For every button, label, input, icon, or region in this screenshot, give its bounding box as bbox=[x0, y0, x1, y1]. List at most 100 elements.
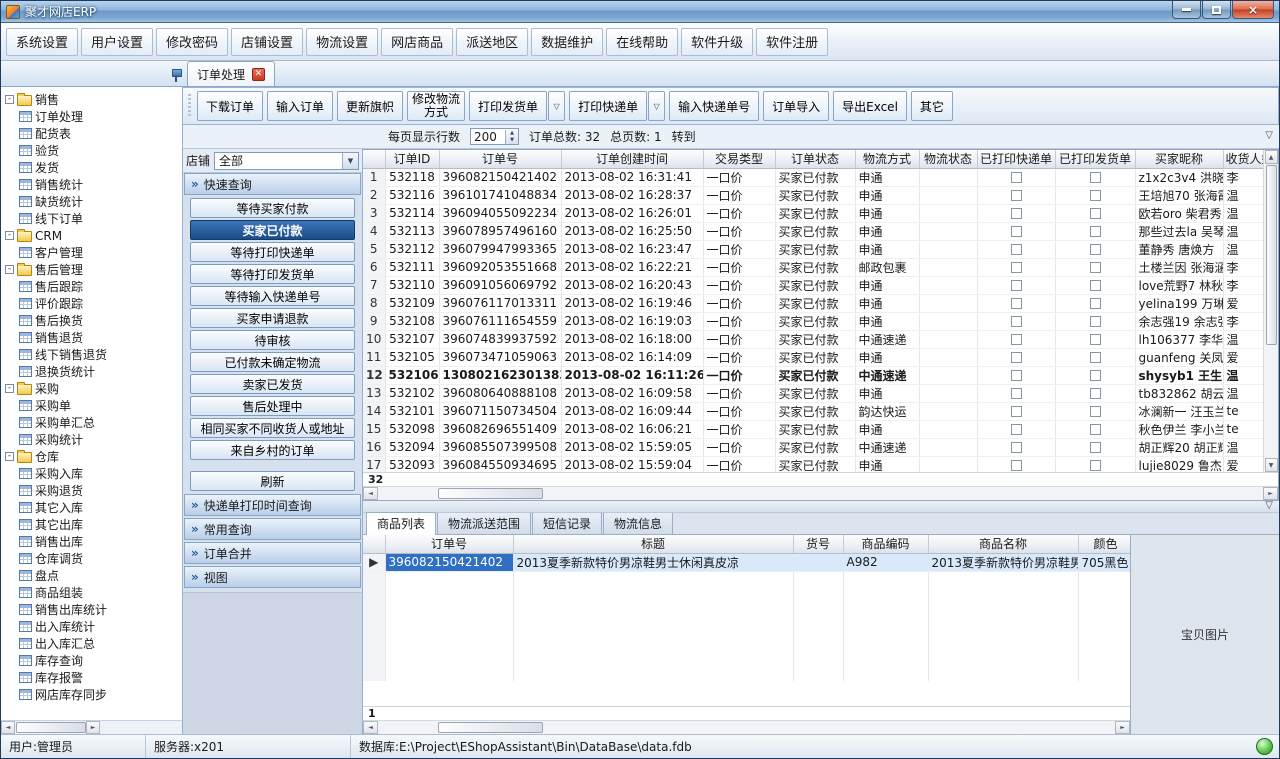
tree-item[interactable]: 库存报警 bbox=[5, 669, 182, 686]
checkbox-icon[interactable] bbox=[1011, 226, 1022, 237]
detail-tab[interactable]: 商品列表 bbox=[366, 512, 436, 535]
section-quick-query[interactable]: » 快速查询 bbox=[184, 173, 361, 195]
tree-item[interactable]: 线下销售退货 bbox=[5, 346, 182, 363]
dropdown-arrow-icon[interactable]: ▽ bbox=[548, 91, 565, 121]
tree-item[interactable]: 出入库汇总 bbox=[5, 635, 182, 652]
orders-horizontal-scrollbar[interactable]: ◄ ► bbox=[363, 486, 1278, 500]
scroll-thumb[interactable] bbox=[16, 722, 86, 733]
expander-icon[interactable]: - bbox=[5, 384, 14, 393]
tree-item[interactable]: 采购单汇总 bbox=[5, 414, 182, 431]
tree-item[interactable]: 采购入库 bbox=[5, 465, 182, 482]
column-header[interactable]: 订单状态 bbox=[775, 150, 855, 168]
quick-query-button[interactable]: 等待打印发货单 bbox=[190, 264, 355, 284]
tree-item[interactable]: 库存查询 bbox=[5, 652, 182, 669]
checkbox-icon[interactable] bbox=[1090, 406, 1101, 417]
quick-query-button[interactable]: 等待打印快递单 bbox=[190, 242, 355, 262]
detail-tab[interactable]: 物流信息 bbox=[603, 512, 673, 534]
checkbox-icon[interactable] bbox=[1011, 208, 1022, 219]
tree-item[interactable]: 销售退货 bbox=[5, 329, 182, 346]
expander-icon[interactable]: - bbox=[5, 231, 14, 240]
order-row[interactable]: 175320933960845509346952013-08-02 15:59:… bbox=[363, 456, 1263, 472]
close-button[interactable]: × bbox=[1232, 1, 1274, 19]
checkbox-icon[interactable] bbox=[1090, 280, 1101, 291]
tree-item[interactable]: 发货 bbox=[5, 159, 182, 176]
tree-item[interactable]: 缺货统计 bbox=[5, 193, 182, 210]
checkbox-icon[interactable] bbox=[1090, 262, 1101, 273]
checkbox-icon[interactable] bbox=[1011, 298, 1022, 309]
order-row[interactable]: 145321013960711507345042013-08-02 16:09:… bbox=[363, 402, 1263, 420]
scroll-down-icon[interactable]: ▼ bbox=[1265, 458, 1278, 472]
column-header[interactable]: 颜色 bbox=[1078, 535, 1130, 553]
product-row[interactable]: ▶3960821504214022013夏季新款特价男凉鞋男士休闲真皮凉A982… bbox=[363, 553, 1130, 571]
checkbox-icon[interactable] bbox=[1011, 334, 1022, 345]
checkbox-icon[interactable] bbox=[1011, 262, 1022, 273]
checkbox-icon[interactable] bbox=[1011, 244, 1022, 255]
order-row[interactable]: 105321073960748399375922013-08-02 16:18:… bbox=[363, 330, 1263, 348]
section-header[interactable]: »视图 bbox=[184, 566, 361, 588]
order-row[interactable]: 15321183960821504214022013-08-02 16:31:4… bbox=[363, 168, 1263, 186]
detail-tab[interactable]: 短信记录 bbox=[532, 512, 602, 534]
checkbox-icon[interactable] bbox=[1090, 298, 1101, 309]
toolbar-button[interactable]: 输入快递单号 bbox=[669, 91, 759, 121]
menu-item[interactable]: 网店商品 bbox=[381, 28, 453, 56]
product-horizontal-scrollbar[interactable]: ◄ ► bbox=[363, 720, 1130, 734]
menu-item[interactable]: 在线帮助 bbox=[606, 28, 678, 56]
tree-item[interactable]: 网店库存同步 bbox=[5, 686, 182, 703]
tree-item[interactable]: 退换货统计 bbox=[5, 363, 182, 380]
rows-per-page-stepper[interactable]: 200 ▲▼ bbox=[470, 128, 519, 145]
order-row[interactable]: 85321093960761170133112013-08-02 16:19:4… bbox=[363, 294, 1263, 312]
tree-item[interactable]: 销售出库统计 bbox=[5, 601, 182, 618]
detail-tab[interactable]: 物流派送范围 bbox=[437, 512, 531, 534]
checkbox-icon[interactable] bbox=[1090, 442, 1101, 453]
tree-item[interactable]: 销售出库 bbox=[5, 533, 182, 550]
tree-item[interactable]: 仓库调货 bbox=[5, 550, 182, 567]
tree-item[interactable]: 售后跟踪 bbox=[5, 278, 182, 295]
column-header[interactable]: 物流方式 bbox=[855, 150, 919, 168]
tree-item[interactable]: 客户管理 bbox=[5, 244, 182, 261]
refresh-button[interactable]: 刷新 bbox=[190, 471, 355, 491]
column-header[interactable]: 订单号 bbox=[439, 150, 561, 168]
tree-item[interactable]: 采购单 bbox=[5, 397, 182, 414]
filter-toggle-icon[interactable]: ▽ bbox=[1265, 130, 1273, 141]
checkbox-icon[interactable] bbox=[1090, 172, 1101, 183]
checkbox-icon[interactable] bbox=[1090, 388, 1101, 399]
checkbox-icon[interactable] bbox=[1090, 334, 1101, 345]
tree-item[interactable]: 商品组装 bbox=[5, 584, 182, 601]
checkbox-icon[interactable] bbox=[1090, 370, 1101, 381]
stepper-arrows-icon[interactable]: ▲▼ bbox=[505, 130, 518, 144]
checkbox-icon[interactable] bbox=[1011, 316, 1022, 327]
checkbox-icon[interactable] bbox=[1090, 226, 1101, 237]
scroll-thumb[interactable] bbox=[1266, 165, 1277, 345]
checkbox-icon[interactable] bbox=[1090, 424, 1101, 435]
toolbar-button[interactable]: 下载订单 bbox=[197, 91, 263, 121]
tab-order-processing[interactable]: 订单处理 ✕ bbox=[187, 61, 275, 86]
toolbar-button[interactable]: 导出Excel bbox=[833, 91, 907, 121]
checkbox-icon[interactable] bbox=[1011, 190, 1022, 201]
order-row[interactable]: 95321083960761116545592013-08-02 16:19:0… bbox=[363, 312, 1263, 330]
checkbox-icon[interactable] bbox=[1090, 190, 1101, 201]
tree-folder[interactable]: -售后管理 bbox=[5, 261, 182, 278]
menu-item[interactable]: 修改密码 bbox=[156, 28, 228, 56]
menu-item[interactable]: 软件注册 bbox=[756, 28, 828, 56]
order-row[interactable]: 45321133960789574961602013-08-02 16:25:5… bbox=[363, 222, 1263, 240]
tree-folder[interactable]: -销售 bbox=[5, 91, 182, 108]
quick-query-button[interactable]: 相同买家不同收货人或地址 bbox=[190, 418, 355, 438]
tree-item[interactable]: 订单处理 bbox=[5, 108, 182, 125]
scroll-right-icon[interactable]: ► bbox=[1263, 487, 1278, 500]
column-header[interactable]: 商品名称 bbox=[928, 535, 1078, 553]
column-header[interactable]: 已打印快递单 bbox=[977, 150, 1055, 168]
tree-folder[interactable]: -仓库 bbox=[5, 448, 182, 465]
section-header[interactable]: »订单合并 bbox=[184, 542, 361, 564]
order-row[interactable]: 125321061308021623013832013-08-02 16:11:… bbox=[363, 366, 1263, 384]
menu-item[interactable]: 用户设置 bbox=[81, 28, 153, 56]
toolbar-button[interactable]: 其它 bbox=[911, 91, 953, 121]
tree-item[interactable]: 采购统计 bbox=[5, 431, 182, 448]
order-row[interactable]: 35321143960940550922342013-08-02 16:26:0… bbox=[363, 204, 1263, 222]
tree-item[interactable]: 采购退货 bbox=[5, 482, 182, 499]
column-header[interactable]: 交易类型 bbox=[703, 150, 775, 168]
rows-per-page-value[interactable]: 200 bbox=[471, 130, 505, 144]
quick-query-button[interactable]: 等待买家付款 bbox=[190, 198, 355, 218]
tree-item[interactable]: 线下订单 bbox=[5, 210, 182, 227]
quick-query-button[interactable]: 已付款未确定物流 bbox=[190, 352, 355, 372]
quick-query-button[interactable]: 待审核 bbox=[190, 330, 355, 350]
